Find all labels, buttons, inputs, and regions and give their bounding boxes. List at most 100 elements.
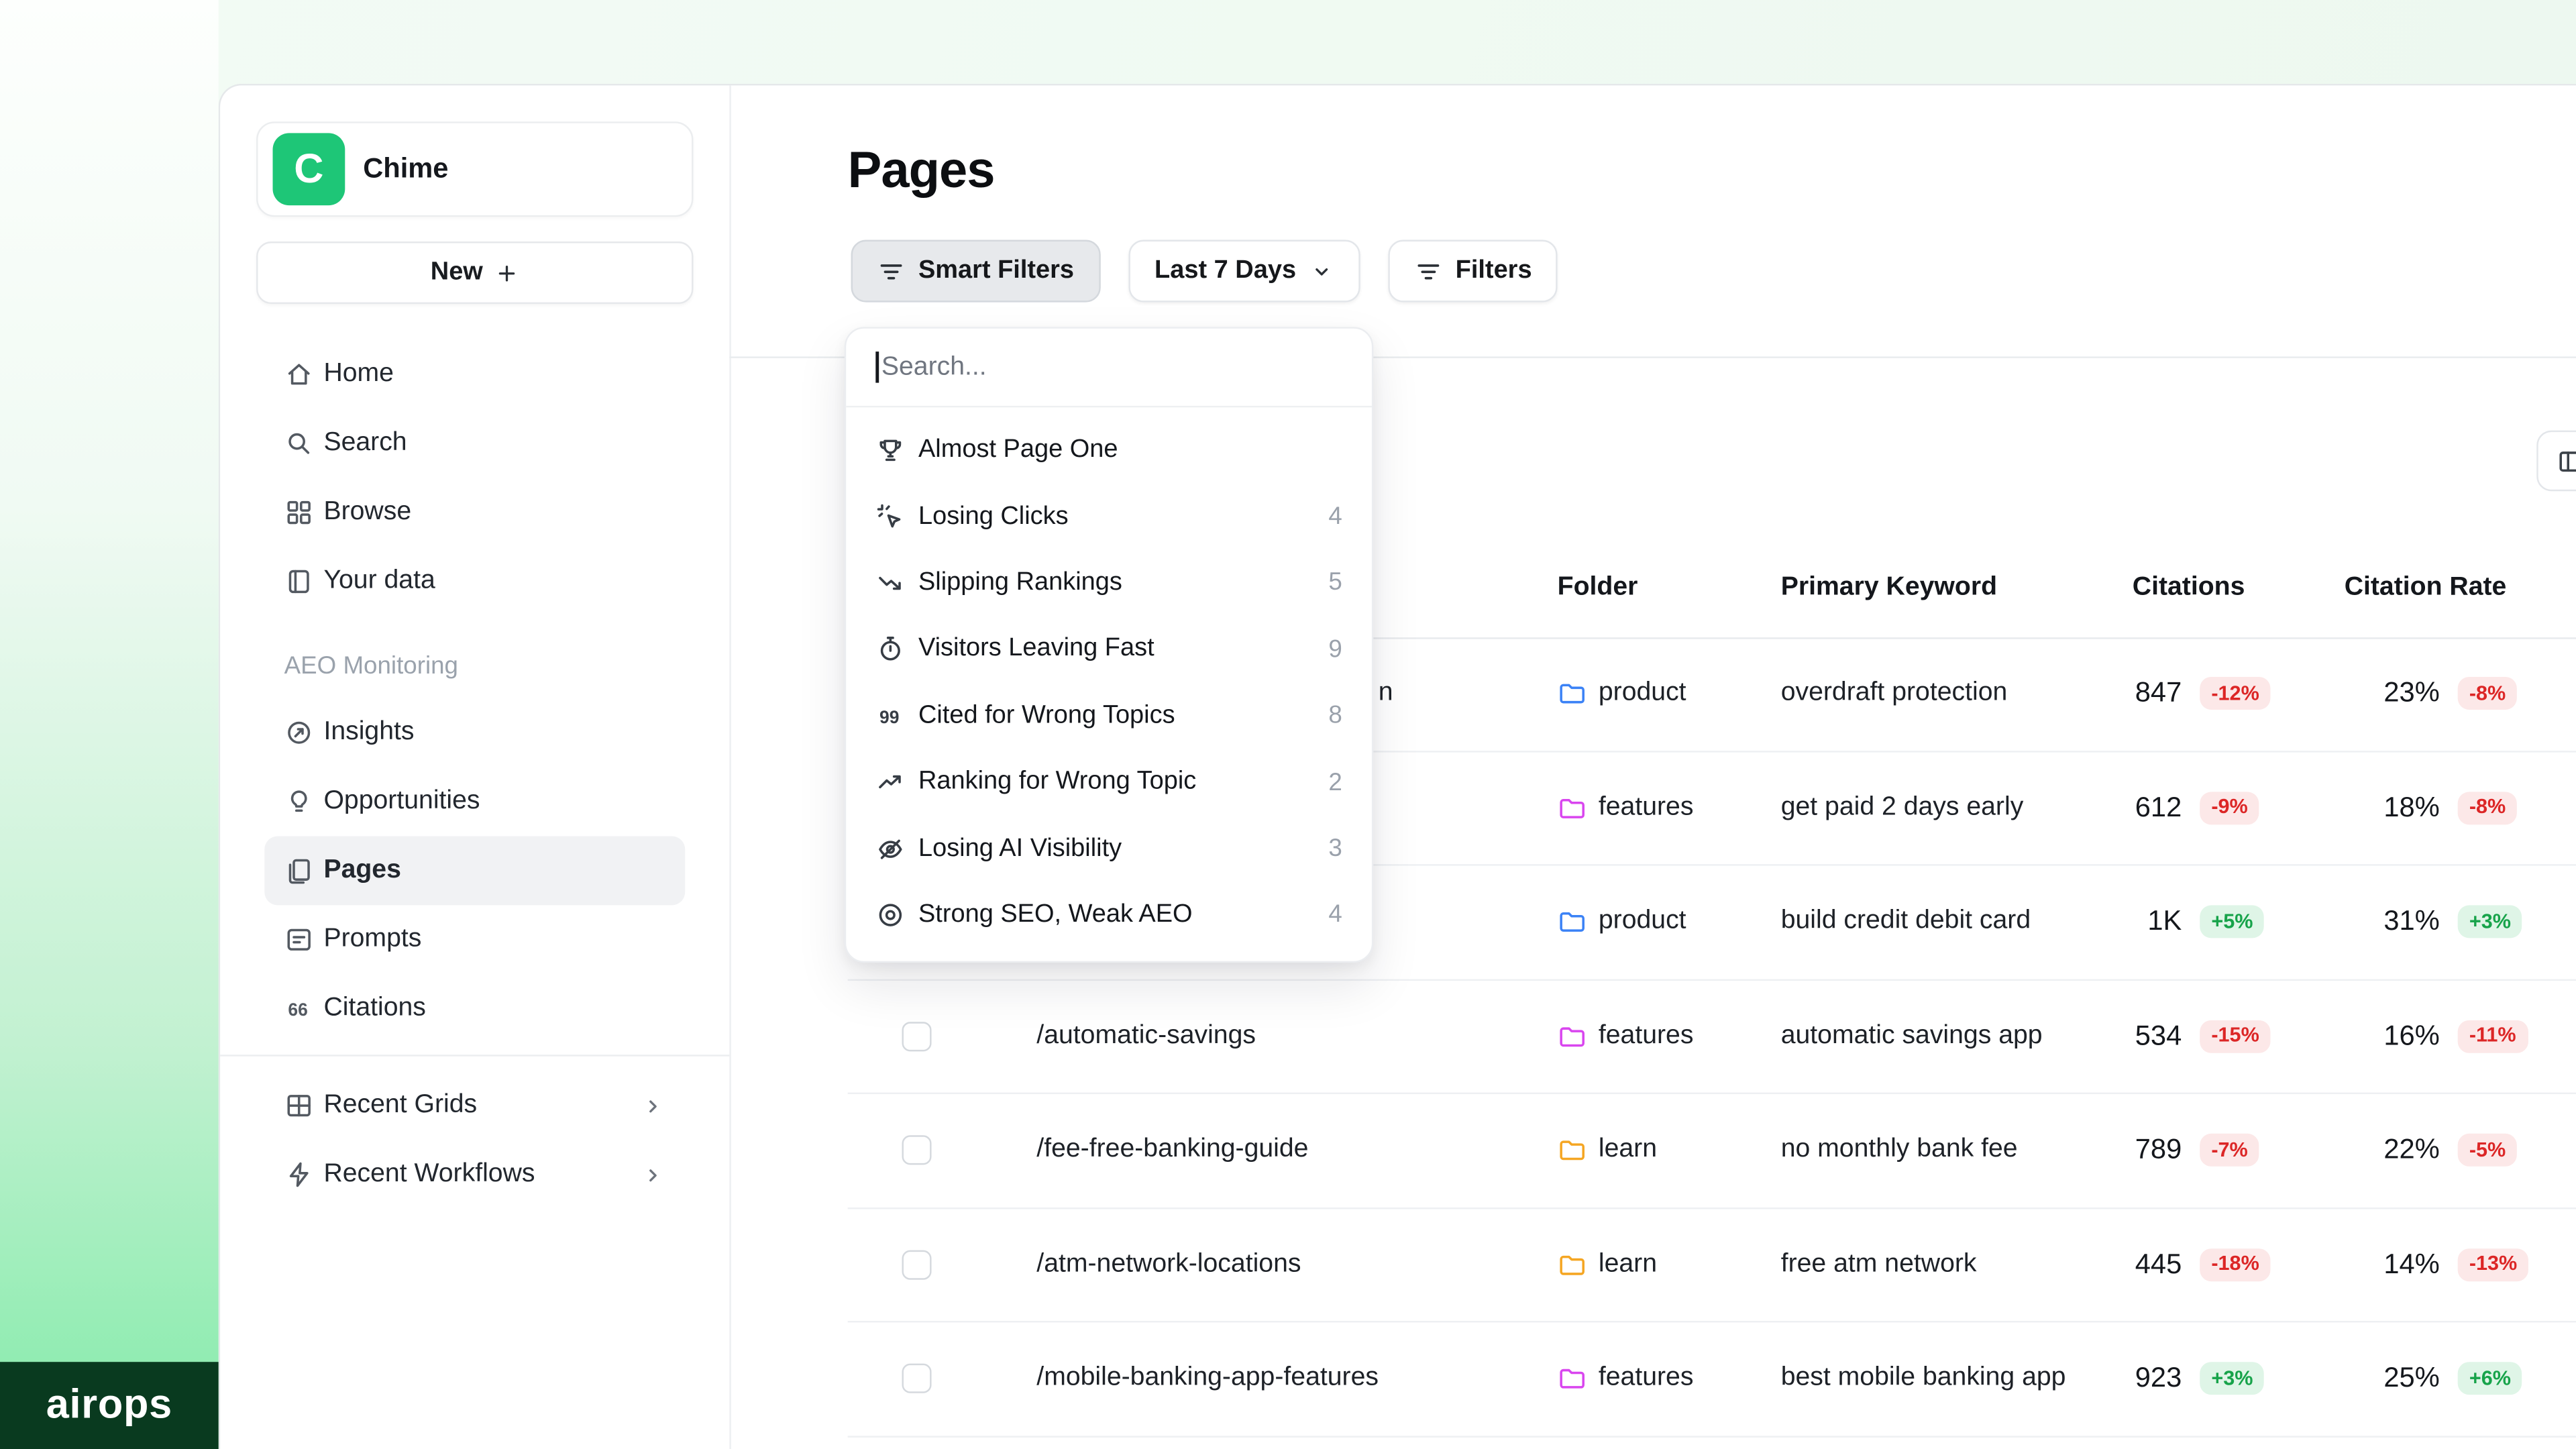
- citation-rate-value: 25%: [2383, 1362, 2440, 1394]
- smart-filters-search-input[interactable]: Search...: [846, 329, 1372, 408]
- sidebar-item-label: Opportunities: [323, 787, 480, 815]
- citations-delta-badge: -15%: [2200, 1020, 2271, 1053]
- lightbulb-icon: [284, 787, 314, 816]
- citations-delta-badge: -12%: [2200, 677, 2271, 710]
- folder-icon: [1558, 907, 1587, 936]
- search-icon: [284, 429, 314, 458]
- smart-filter-option[interactable]: Almost Page One: [846, 417, 1372, 484]
- smart-filters-button[interactable]: Smart Filters: [851, 239, 1101, 303]
- row-checkbox[interactable]: [902, 1364, 932, 1394]
- sidebar-item-label: Your data: [323, 566, 435, 595]
- sidebar-item[interactable]: Search: [264, 409, 685, 478]
- citations-cell: 534 -15%: [2133, 1020, 2345, 1053]
- filters-button-label: Filters: [1455, 256, 1532, 284]
- date-range-button[interactable]: Last 7 Days: [1128, 239, 1360, 303]
- sidebar-item[interactable]: Recent Grids: [264, 1071, 685, 1140]
- folder-cell: learn: [1558, 1250, 1781, 1279]
- folder-icon: [1558, 1136, 1587, 1165]
- table-row[interactable]: /fee-free-banking-guide learn no monthly…: [847, 1094, 2576, 1209]
- smart-filter-label: Visitors Leaving Fast: [918, 635, 1155, 663]
- citations-delta-badge: -9%: [2200, 791, 2259, 824]
- pages-icon: [284, 856, 314, 885]
- smart-filters-dropdown: Search... Almost Page One Losing Clicks …: [844, 327, 1374, 963]
- smart-filter-label: Losing Clicks: [918, 502, 1069, 530]
- filters-button[interactable]: Filters: [1388, 239, 1558, 303]
- citation-rate-delta-badge: -11%: [2457, 1020, 2528, 1053]
- row-checkbox[interactable]: [902, 1250, 932, 1280]
- smart-filter-count: 2: [1328, 768, 1342, 796]
- citations-value: 847: [2135, 677, 2182, 709]
- row-checkbox[interactable]: [902, 1135, 932, 1165]
- row-checkbox[interactable]: [902, 1021, 932, 1051]
- page-path: /fee-free-banking-guide: [1036, 1135, 1309, 1164]
- folder-cell: learn: [1558, 1136, 1781, 1165]
- citations-delta-badge: +3%: [2200, 1362, 2265, 1395]
- folder-label: product: [1598, 907, 1686, 936]
- smart-filter-option[interactable]: Visitors Leaving Fast 9: [846, 616, 1372, 683]
- folder-icon: [1558, 1022, 1587, 1051]
- chime-logo: C: [272, 133, 345, 206]
- citations-delta-badge: +5%: [2200, 906, 2265, 938]
- citations-value: 923: [2135, 1362, 2182, 1394]
- smart-filters-list: Almost Page One Losing Clicks 4 Slipping…: [846, 407, 1372, 961]
- sidebar-item[interactable]: Prompts: [264, 905, 685, 974]
- sidebar-item-label: Recent Grids: [323, 1091, 478, 1119]
- citations-value: 612: [2135, 791, 2182, 823]
- airops-logo: airops: [0, 1362, 219, 1449]
- sidebar-item[interactable]: Opportunities: [264, 767, 685, 837]
- smart-filter-label: Cited for Wrong Topics: [918, 701, 1175, 729]
- sidebar-item[interactable]: Browse: [264, 478, 685, 547]
- primary-keyword: get paid 2 days early: [1780, 793, 2024, 821]
- citations-cell: 1K +5%: [2133, 906, 2345, 938]
- smart-filter-count: 5: [1328, 569, 1342, 598]
- smart-filter-label: Ranking for Wrong Topic: [918, 767, 1197, 796]
- citation-rate-delta-badge: -8%: [2457, 791, 2518, 824]
- chevron-right-icon: [641, 1093, 665, 1118]
- background-gradient: airops: [0, 0, 219, 1449]
- folder-cell: product: [1558, 907, 1781, 936]
- home-icon: [284, 360, 314, 389]
- smart-filter-option[interactable]: Ranking for Wrong Topic 2: [846, 749, 1372, 816]
- smart-filter-option[interactable]: Slipping Rankings 5: [846, 550, 1372, 616]
- columns-icon: [2557, 446, 2576, 476]
- citations-value: 789: [2135, 1134, 2182, 1165]
- insights-icon: [284, 718, 314, 747]
- sidebar-aeo-nav: Insights Opportunities Pages Prompts Cit…: [220, 698, 729, 1043]
- filter-icon: [1414, 257, 1442, 285]
- page-path: /automatic-savings: [1036, 1021, 1256, 1050]
- column-header-citation-rate: Citation Rate: [2344, 573, 2507, 602]
- sidebar-item[interactable]: Insights: [264, 698, 685, 767]
- primary-keyword: best mobile banking app: [1780, 1364, 2066, 1392]
- smart-filter-label: Strong SEO, Weak AEO: [918, 900, 1193, 928]
- new-button[interactable]: New: [256, 241, 694, 305]
- app-window: C Chime New Home Search Browse Your data…: [218, 83, 2576, 1449]
- sidebar-item[interactable]: Pages: [264, 836, 686, 906]
- table-row[interactable]: /automatic-savings features automatic sa…: [847, 980, 2576, 1095]
- citation-rate-delta-badge: +3%: [2457, 906, 2523, 938]
- citation-rate-value: 16%: [2383, 1020, 2440, 1051]
- smart-filter-option[interactable]: Cited for Wrong Topics 8: [846, 683, 1372, 749]
- smart-filter-option[interactable]: Losing AI Visibility 3: [846, 816, 1372, 882]
- folder-icon: [1558, 1364, 1587, 1393]
- sidebar-item[interactable]: Your data: [264, 547, 685, 616]
- trend-up-icon: [875, 767, 905, 797]
- sidebar-item[interactable]: Recent Workflows: [264, 1140, 685, 1210]
- workspace-switcher[interactable]: C Chime: [256, 121, 694, 217]
- sidebar-item[interactable]: Home: [264, 340, 685, 409]
- smart-filter-option[interactable]: Losing Clicks 4: [846, 484, 1372, 550]
- smart-filter-option[interactable]: Strong SEO, Weak AEO 4: [846, 881, 1372, 948]
- badge-icon: [875, 900, 905, 930]
- folder-cell: product: [1558, 679, 1781, 708]
- sidebar-item-label: Insights: [323, 718, 415, 746]
- folder-label: learn: [1598, 1250, 1657, 1278]
- table-row[interactable]: /atm-network-locations learn free atm ne…: [847, 1208, 2576, 1323]
- table-options-button[interactable]: [2536, 430, 2576, 492]
- folder-label: product: [1598, 679, 1686, 707]
- citation-rate-value: 18%: [2383, 791, 2440, 823]
- table-row[interactable]: /mobile-banking-app-features features be…: [847, 1322, 2576, 1437]
- citations-cell: 923 +3%: [2133, 1362, 2345, 1395]
- sidebar-item[interactable]: Citations: [264, 974, 685, 1043]
- airops-logo-text: airops: [46, 1381, 172, 1428]
- citation-rate-value: 14%: [2383, 1248, 2440, 1280]
- smart-filter-count: 8: [1328, 702, 1342, 730]
